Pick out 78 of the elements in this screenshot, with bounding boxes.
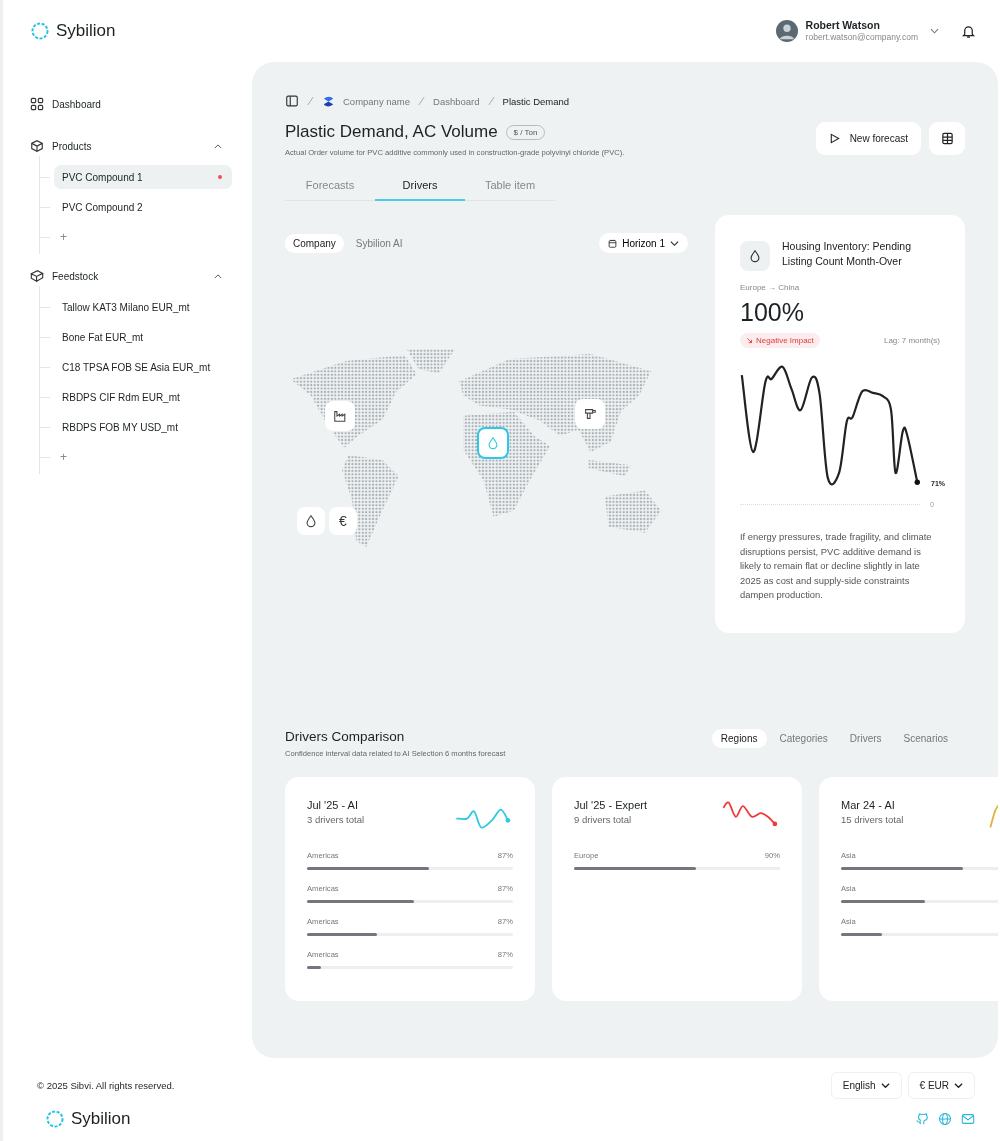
nav-item[interactable]: C18 TPSA FOB SE Asia EUR_mt — [54, 355, 232, 379]
tab[interactable]: Drivers — [375, 171, 465, 201]
sidebar-toggle-icon[interactable] — [285, 94, 299, 108]
breadcrumb-separator — [487, 96, 495, 106]
nav-item[interactable]: Dashboard — [30, 92, 232, 116]
nav-group[interactable]: Feedstock — [30, 266, 232, 286]
section-title: Drivers Comparison — [285, 729, 406, 744]
card-subtitle: 15 drivers total — [841, 814, 904, 825]
chevron-down-icon[interactable] — [930, 28, 939, 34]
chevron-down-icon — [954, 1081, 963, 1090]
droplet-icon — [304, 514, 318, 528]
add-button[interactable]: + — [54, 230, 67, 244]
cube-icon — [30, 269, 44, 283]
brand-name: Sybilion — [56, 21, 116, 41]
card-subtitle: 3 drivers total — [307, 814, 365, 825]
grid-icon — [30, 97, 44, 111]
factory-icon — [333, 409, 347, 423]
card-title: Jul '25 - AI — [307, 799, 359, 811]
breadcrumb-separator — [307, 96, 314, 106]
add-button[interactable]: + — [54, 450, 67, 464]
card-title: Mar 24 - AI — [841, 799, 896, 811]
table-icon — [940, 132, 954, 145]
card-subtitle: 9 drivers total — [574, 814, 633, 825]
new-forecast-button[interactable]: New forecast — [815, 122, 921, 155]
breadcrumb-link[interactable]: Plastic Demand — [502, 95, 570, 107]
brand-name: Sybilion — [71, 1109, 131, 1129]
logo-icon — [30, 21, 50, 41]
user-name: Robert Watson — [805, 19, 881, 31]
company-logo-icon — [322, 94, 335, 108]
calendar-icon — [608, 238, 618, 248]
page-title: Plastic Demand, AC Volume — [285, 122, 498, 142]
drill-icon — [583, 407, 597, 421]
source-toggle[interactable]: Company — [285, 233, 344, 253]
nav-item[interactable]: Tallow KAT3 Milano EUR_mt — [54, 295, 232, 319]
play-icon — [828, 133, 840, 144]
table-view-button[interactable] — [929, 122, 965, 155]
filter-tab[interactable]: Scenarios — [894, 729, 957, 748]
bell-icon[interactable] — [961, 23, 976, 39]
horizon-dropdown[interactable]: Horizon 1 — [599, 233, 688, 253]
breadcrumb-link[interactable]: Dashboard — [433, 95, 480, 107]
card-title: Jul '25 - Expert — [574, 799, 648, 811]
nav-item[interactable]: Bone Fat EUR_mt — [54, 325, 232, 349]
droplet-icon — [748, 249, 762, 263]
map-marker[interactable] — [477, 427, 509, 459]
chevron-down-icon — [880, 1081, 890, 1090]
nav-item[interactable]: PVC Compound 2 — [54, 195, 232, 219]
nav-item[interactable]: RBDPS FOB MY USD_mt — [54, 415, 232, 439]
impact-badge: Negative Impact — [740, 333, 820, 348]
avatar — [775, 20, 798, 42]
driver-title: Housing Inventory: Pending Listing Count Month-Over — [782, 239, 912, 269]
logo-icon — [45, 1109, 65, 1129]
language-select[interactable]: English — [830, 1072, 902, 1099]
nav-group[interactable]: Products — [30, 136, 232, 156]
filter-tab[interactable]: Regions — [711, 729, 767, 748]
currency-filter-button[interactable]: € — [329, 507, 357, 535]
map-marker[interactable] — [325, 401, 355, 431]
nav-item[interactable]: RBDPS CIF Rdm EUR_mt — [54, 385, 232, 409]
lag-label: Lag: 7 month(s) — [883, 336, 940, 345]
breadcrumb-link[interactable]: Company name — [343, 95, 411, 107]
driver-summary: If energy pressures, trade fragility, and climate disruptions persist, PVC additive demand is likely to remain flat or decline slightly in late 2025 as cost and supply-side constraints dampen production. — [740, 530, 933, 602]
droplet-filter-button[interactable] — [297, 507, 325, 535]
arrow-down-right-icon — [746, 337, 753, 344]
source-toggle[interactable]: Sybilion AI — [347, 233, 411, 253]
route-label: Europe → China — [740, 283, 801, 292]
driver-value: 100% — [740, 298, 805, 327]
user-email: robert.watson@company.com — [805, 31, 918, 43]
chevron-icon — [214, 143, 222, 149]
currency-select[interactable]: € EUR — [907, 1072, 975, 1099]
filter-tab[interactable]: Categories — [770, 729, 837, 748]
nav-item[interactable]: PVC Compound 1 — [54, 165, 232, 189]
breadcrumb-separator — [418, 96, 426, 106]
map-marker[interactable] — [575, 399, 605, 429]
chevron-down-icon — [670, 238, 679, 248]
droplet-icon — [486, 436, 500, 450]
box-icon — [30, 139, 44, 153]
filter-tab[interactable]: Drivers — [840, 729, 891, 748]
chevron-icon — [214, 273, 222, 279]
copyright-text: © 2025 Sibvi. All rights reserved. — [37, 1080, 175, 1091]
